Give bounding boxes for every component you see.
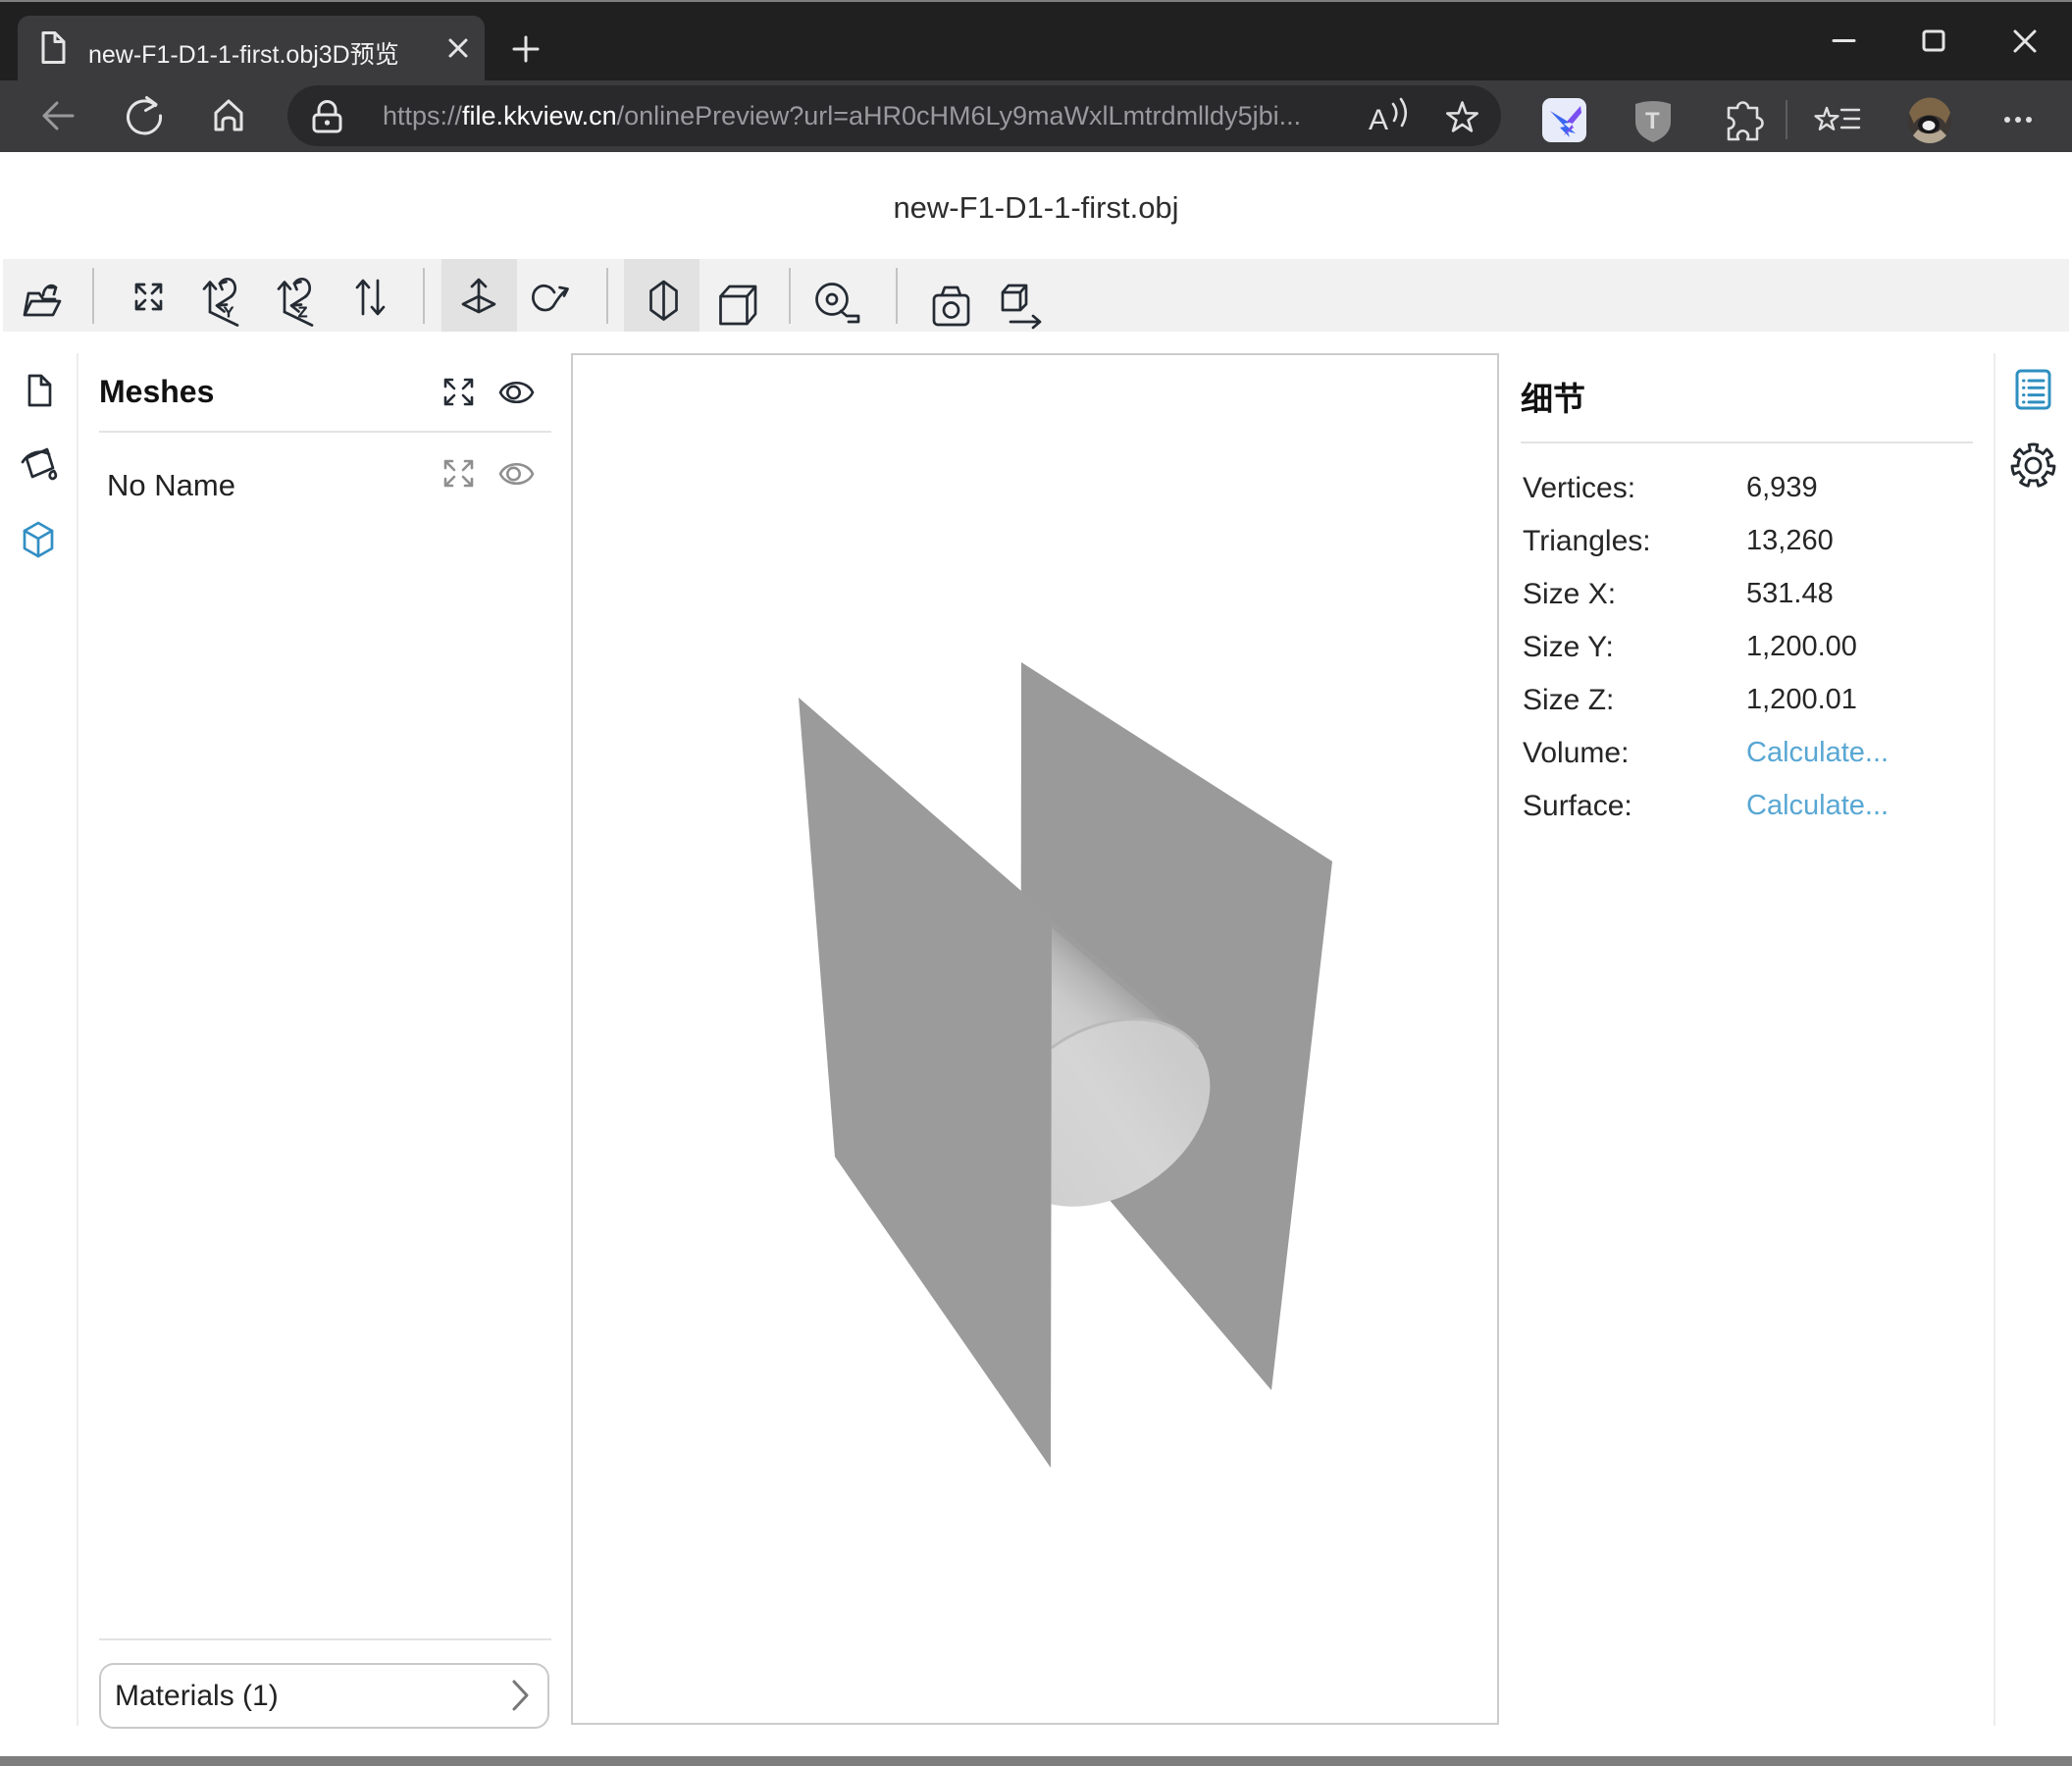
svg-text:Y: Y: [224, 304, 233, 321]
svg-text:A: A: [1369, 104, 1388, 136]
svg-text:T: T: [1645, 108, 1660, 134]
svg-text:Z: Z: [298, 304, 307, 321]
